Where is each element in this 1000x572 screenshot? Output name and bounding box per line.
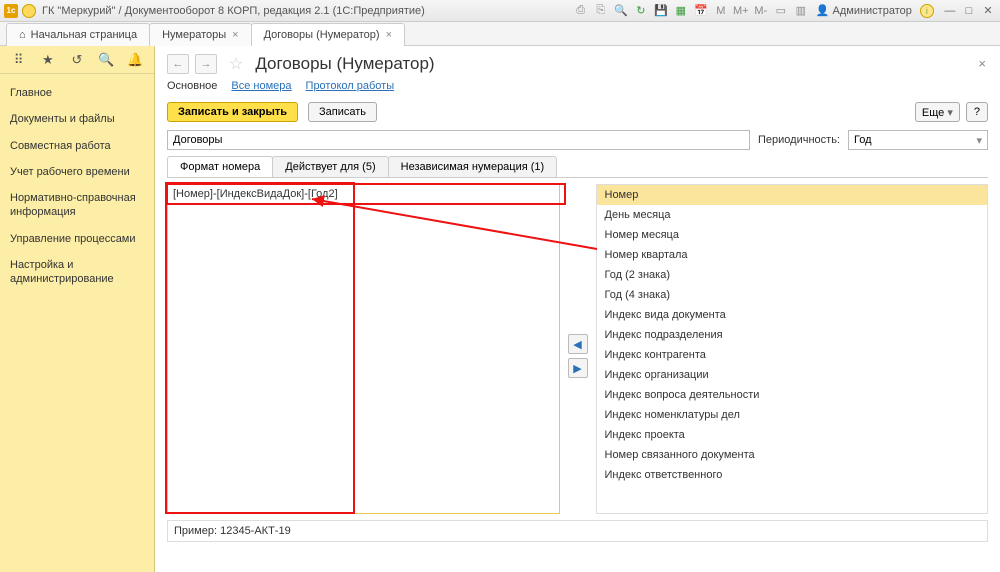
maximize-icon[interactable]: □: [961, 5, 977, 17]
m-plus-icon[interactable]: M+: [734, 4, 748, 18]
section-tab-all-numbers[interactable]: Все номера: [231, 80, 291, 92]
user-icon: 👤: [816, 4, 830, 17]
list-item[interactable]: День месяца: [597, 205, 988, 225]
print-icon[interactable]: ⎙: [574, 4, 588, 18]
format-value: [Номер]-[ИндексВидаДок]-[Год2]: [168, 185, 559, 203]
tab-contracts-numerator[interactable]: Договоры (Нумератор) ×: [251, 23, 405, 46]
sidebar-item-docs[interactable]: Документы и файлы: [0, 106, 154, 132]
sidebar-item-admin[interactable]: Настройка и администрирование: [0, 252, 154, 293]
user-badge[interactable]: 👤 Администратор: [816, 4, 912, 17]
list-item[interactable]: Индекс вида документа: [597, 305, 988, 325]
star-icon[interactable]: ★: [39, 51, 57, 69]
tab-numerators[interactable]: Нумераторы ×: [149, 23, 252, 46]
sidebar-item-ref[interactable]: Нормативно-справочная информация: [0, 185, 154, 226]
toolbar-icons: ⎙ ⎘ 🔍 ↻ 💾 ▦ 📅 M M+ M- ▭ ▥: [574, 4, 808, 18]
list-item[interactable]: Индекс организации: [597, 365, 988, 385]
list-item[interactable]: Номер: [597, 185, 988, 205]
app-icon: 1c: [4, 4, 18, 18]
window-title: ГК "Меркурий" / Документооборот 8 КОРП, …: [42, 5, 425, 17]
tab-contracts-label: Договоры (Нумератор): [264, 29, 380, 41]
list-item[interactable]: Номер связанного документа: [597, 445, 988, 465]
more-button[interactable]: Еще: [915, 102, 960, 122]
move-right-button[interactable]: ▶: [568, 358, 588, 378]
period-label: Периодичность:: [758, 134, 840, 146]
search-icon[interactable]: 🔍: [97, 51, 115, 69]
dropdown-toggle-icon[interactable]: [22, 4, 36, 18]
example-row: Пример: 12345-АКТ-19: [167, 520, 988, 542]
action-row: Записать и закрыть Записать Еще ?: [167, 102, 988, 122]
titlebar: 1c ГК "Меркурий" / Документооборот 8 КОР…: [0, 0, 1000, 22]
save-button[interactable]: Записать: [308, 102, 377, 122]
tab-home[interactable]: ⌂ Начальная страница: [6, 23, 150, 46]
panel-icon[interactable]: ▭: [774, 4, 788, 18]
example-value: 12345-АКТ-19: [220, 525, 291, 537]
page-close-icon[interactable]: ×: [978, 56, 986, 71]
move-left-button[interactable]: ◀: [568, 334, 588, 354]
help-button[interactable]: ?: [966, 102, 988, 122]
favorite-icon[interactable]: ☆: [229, 54, 243, 74]
window-buttons: — □ ✕: [942, 4, 996, 17]
list-item[interactable]: Индекс вопроса деятельности: [597, 385, 988, 405]
refresh-icon[interactable]: ↻: [634, 4, 648, 18]
document-tabs: ⌂ Начальная страница Нумераторы × Догово…: [0, 22, 1000, 46]
inner-tab-format[interactable]: Формат номера: [167, 156, 273, 177]
sidebar-item-time[interactable]: Учет рабочего времени: [0, 159, 154, 185]
inner-tab-active-for[interactable]: Действует для (5): [272, 156, 388, 177]
history-icon[interactable]: ↺: [68, 51, 86, 69]
save-icon[interactable]: 💾: [654, 4, 668, 18]
m-icon[interactable]: M: [714, 4, 728, 18]
chevron-down-icon: ▾: [976, 134, 982, 147]
info-icon[interactable]: i: [920, 4, 934, 18]
apps-icon[interactable]: ⠿: [10, 51, 28, 69]
sidebar-icon-row: ⠿ ★ ↺ 🔍 🔔: [0, 46, 154, 74]
inner-tab-independent[interactable]: Независимая нумерация (1): [388, 156, 558, 177]
name-input[interactable]: [167, 130, 750, 150]
bell-icon[interactable]: 🔔: [126, 51, 144, 69]
tab-close-icon[interactable]: ×: [232, 29, 238, 41]
tab-numerators-label: Нумераторы: [162, 29, 226, 41]
format-editor[interactable]: [Номер]-[ИндексВидаДок]-[Год2]: [167, 184, 560, 514]
inner-tabs: Формат номера Действует для (5) Независи…: [167, 156, 988, 178]
calculator-icon[interactable]: ▦: [674, 4, 688, 18]
format-area: [Номер]-[ИндексВидаДок]-[Год2] ◀ ▶ Номер…: [167, 184, 988, 514]
tab-home-label: Начальная страница: [31, 29, 137, 41]
example-label: Пример:: [174, 525, 217, 537]
list-item[interactable]: Индекс проекта: [597, 425, 988, 445]
user-name: Администратор: [833, 5, 912, 17]
section-tabs: Основное Все номера Протокол работы: [167, 80, 988, 92]
tab-close-icon[interactable]: ×: [386, 29, 392, 41]
save-close-button[interactable]: Записать и закрыть: [167, 102, 298, 122]
list-item[interactable]: Индекс ответственного: [597, 465, 988, 485]
sidebar-item-collab[interactable]: Совместная работа: [0, 133, 154, 159]
list-item[interactable]: Номер месяца: [597, 225, 988, 245]
list-item[interactable]: Индекс контрагента: [597, 345, 988, 365]
list-item[interactable]: Индекс подразделения: [597, 325, 988, 345]
sidebar-item-main[interactable]: Главное: [0, 80, 154, 106]
close-icon[interactable]: ✕: [980, 4, 996, 17]
multi-panel-icon[interactable]: ▥: [794, 4, 808, 18]
section-tab-protocol[interactable]: Протокол работы: [306, 80, 395, 92]
m-minus-icon[interactable]: M-: [754, 4, 768, 18]
minimize-icon[interactable]: —: [942, 5, 958, 17]
format-token-list[interactable]: Номер День месяца Номер месяца Номер ква…: [596, 184, 989, 514]
content: × ← → ☆ Договоры (Нумератор) Основное Вс…: [155, 46, 1000, 572]
list-item[interactable]: Индекс номенклатуры дел: [597, 405, 988, 425]
home-icon: ⌂: [19, 29, 26, 41]
sidebar: ⠿ ★ ↺ 🔍 🔔 Главное Документы и файлы Совм…: [0, 46, 155, 572]
period-value: Год: [854, 134, 872, 146]
list-item[interactable]: Год (4 знака): [597, 285, 988, 305]
period-select[interactable]: Год ▾: [848, 130, 988, 150]
nav-back-button[interactable]: ←: [167, 54, 189, 74]
calendar-icon[interactable]: 📅: [694, 4, 708, 18]
sidebar-items: Главное Документы и файлы Совместная раб…: [0, 74, 154, 299]
list-item[interactable]: Номер квартала: [597, 245, 988, 265]
pin-icon[interactable]: ⎘: [594, 4, 608, 18]
sidebar-item-proc[interactable]: Управление процессами: [0, 226, 154, 252]
section-tab-main[interactable]: Основное: [167, 80, 217, 92]
search-icon[interactable]: 🔍: [614, 4, 628, 18]
page-title: Договоры (Нумератор): [255, 54, 434, 74]
nav-forward-button[interactable]: →: [195, 54, 217, 74]
list-item[interactable]: Год (2 знака): [597, 265, 988, 285]
